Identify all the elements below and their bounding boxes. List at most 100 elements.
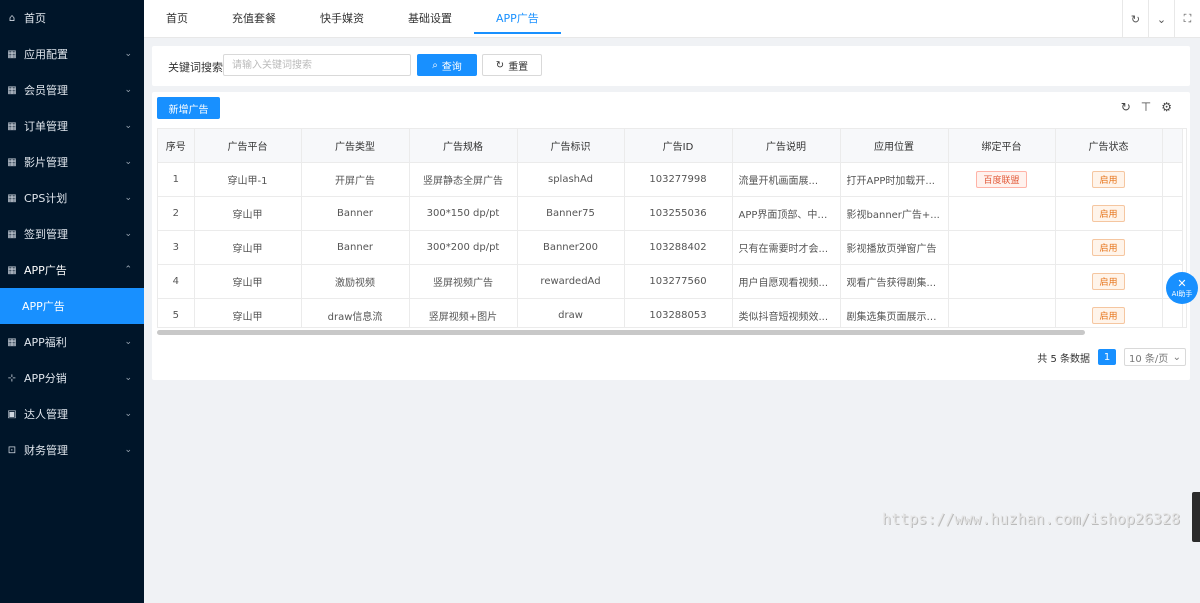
- table-row[interactable]: 3 穿山甲 Banner 300*200 dp/pt Banner200 103…: [158, 230, 1183, 265]
- cell-identifier: draw: [517, 298, 625, 327]
- cell-identifier: Banner75: [517, 196, 625, 231]
- sitemap-icon: ⊹: [7, 372, 17, 384]
- tab-kuaishou-media[interactable]: 快手媒资: [298, 0, 386, 38]
- query-button-label: 查询: [441, 61, 462, 73]
- add-ad-button[interactable]: 新增广告: [157, 97, 220, 119]
- fullscreen-icon[interactable]: ⛶: [1174, 0, 1200, 38]
- refresh-icon[interactable]: ↻: [1121, 100, 1131, 114]
- cell-ad-id: 103288053: [624, 298, 733, 327]
- sidebar-item-members[interactable]: ▦ 会员管理 ⌄: [0, 72, 144, 108]
- grid-icon: ▦: [7, 156, 17, 168]
- query-button[interactable]: ⌕ 查询: [417, 54, 477, 76]
- chevron-down-icon: ⌄: [124, 85, 132, 95]
- cell-type: draw信息流: [301, 298, 410, 327]
- tab-home[interactable]: 首页: [144, 0, 210, 38]
- cell-ad-id: 103255036: [624, 196, 733, 231]
- refresh-icon[interactable]: ↻: [1122, 0, 1148, 38]
- sidebar-item-signin[interactable]: ▦ 签到管理 ⌄: [0, 216, 144, 252]
- chevron-down-icon: ⌄: [124, 229, 132, 239]
- search-panel: 关键词搜索: ⌕ 查询 ↻ 重置: [152, 46, 1190, 86]
- page-button-current[interactable]: 1: [1098, 349, 1116, 365]
- cell-bound-platform: [948, 230, 1056, 265]
- cell-type: 开屏广告: [301, 162, 410, 197]
- sidebar-item-label: 首页: [24, 12, 46, 25]
- tab-app-ads[interactable]: APP广告: [474, 0, 561, 38]
- grid-icon: ▦: [7, 48, 17, 60]
- sidebar: ⌂ 首页 ▦ 应用配置 ⌄ ▦ 会员管理 ⌄ ▦ 订单管理 ⌄ ▦ 影片管理 ⌄…: [0, 0, 144, 603]
- chevron-down-icon: ⌄: [124, 157, 132, 167]
- keyword-search-input[interactable]: [223, 54, 411, 76]
- sidebar-item-app-welfare[interactable]: ▦ APP福利 ⌄: [0, 324, 144, 360]
- tools-icon: ✕: [1177, 277, 1187, 290]
- chevron-down-icon[interactable]: ⌄: [1148, 0, 1174, 38]
- grid-icon: ▦: [7, 192, 17, 204]
- sidebar-subitem-app-ads[interactable]: APP广告: [0, 288, 144, 324]
- chevron-down-icon: ⌄: [1172, 351, 1181, 363]
- tab-basic-settings[interactable]: 基础设置: [386, 0, 474, 38]
- cell-status: 启用: [1055, 196, 1163, 231]
- cell-type: Banner: [301, 196, 410, 231]
- wallet-icon: ⊡: [7, 444, 17, 456]
- tab-list: 首页 充值套餐 快手媒资 基础设置 APP广告: [144, 0, 561, 38]
- reset-button[interactable]: ↻ 重置: [482, 54, 542, 76]
- cell-extra: [1162, 230, 1183, 265]
- cell-description: 只有在需要时才会...: [732, 230, 841, 265]
- tab-recharge-packages[interactable]: 充值套餐: [210, 0, 298, 38]
- sidebar-item-influencers[interactable]: ▣ 达人管理 ⌄: [0, 396, 144, 432]
- column-header: 广告ID: [624, 129, 733, 163]
- tab-controls: ↻ ⌄ ⛶: [1122, 0, 1200, 38]
- column-header-extra: [1162, 129, 1183, 163]
- column-height-icon[interactable]: ⊤: [1141, 100, 1151, 114]
- ai-helper-label: AI助手: [1171, 290, 1193, 298]
- sidebar-item-app-ads[interactable]: ▦ APP广告 ⌃: [0, 252, 144, 288]
- column-header: 序号: [158, 129, 195, 163]
- chevron-down-icon: ⌄: [124, 193, 132, 203]
- cell-bound-platform: 百度联盟: [948, 162, 1056, 197]
- sidebar-item-label: 订单管理: [24, 120, 68, 133]
- column-header: 广告规格: [409, 129, 518, 163]
- page-size-select[interactable]: 10 条/页 ⌄: [1124, 348, 1186, 366]
- grid-icon: ▦: [7, 336, 17, 348]
- sidebar-item-home[interactable]: ⌂ 首页: [0, 0, 144, 36]
- chevron-down-icon: ⌄: [124, 373, 132, 383]
- grid-icon: ▦: [7, 228, 17, 240]
- settings-icon[interactable]: ⚙: [1161, 100, 1172, 114]
- pagination: 共 5 条数据 1 10 条/页 ⌄: [1037, 348, 1186, 366]
- grid-icon: ▦: [7, 120, 17, 132]
- cell-bound-platform: [948, 298, 1056, 327]
- sidebar-item-finance[interactable]: ⊡ 财务管理 ⌄: [0, 432, 144, 468]
- table-tools: ↻ ⊤ ⚙: [1121, 100, 1172, 114]
- chevron-down-icon: ⌄: [124, 337, 132, 347]
- column-header: 广告类型: [301, 129, 410, 163]
- cell-index: 4: [158, 264, 195, 299]
- cell-extra: [1162, 162, 1183, 197]
- card-icon: ▣: [7, 408, 17, 420]
- cell-status: 启用: [1055, 264, 1163, 299]
- sidebar-item-cps[interactable]: ▦ CPS计划 ⌄: [0, 180, 144, 216]
- chevron-up-icon: ⌃: [124, 265, 132, 275]
- cell-platform: 穿山甲: [194, 298, 302, 327]
- cell-bound-platform: [948, 196, 1056, 231]
- sidebar-item-orders[interactable]: ▦ 订单管理 ⌄: [0, 108, 144, 144]
- cell-status: 启用: [1055, 162, 1163, 197]
- grid-icon: ▦: [7, 264, 17, 276]
- cell-position: 影视播放页弹窗广告: [840, 230, 949, 265]
- ai-helper-button[interactable]: ✕ AI助手: [1166, 272, 1198, 304]
- sidebar-item-films[interactable]: ▦ 影片管理 ⌄: [0, 144, 144, 180]
- sidebar-item-label: 签到管理: [24, 228, 68, 241]
- horizontal-scrollbar[interactable]: [157, 330, 1085, 335]
- table-row[interactable]: 2 穿山甲 Banner 300*150 dp/pt Banner75 1032…: [158, 196, 1183, 231]
- sidebar-item-app-distribution[interactable]: ⊹ APP分销 ⌄: [0, 360, 144, 396]
- cell-description: 流量开机画面展...: [732, 162, 841, 197]
- sidebar-item-label: 影片管理: [24, 156, 68, 169]
- column-header: 应用位置: [840, 129, 949, 163]
- table-row[interactable]: 4 穿山甲 激励视频 竖屏视频广告 rewardedAd 103277560 用…: [158, 264, 1183, 299]
- table-row[interactable]: 5 穿山甲 draw信息流 竖屏视频+图片 draw 103288053 类似抖…: [158, 298, 1183, 327]
- table-row[interactable]: 1 穿山甲-1 开屏广告 竖屏静态全屏广告 splashAd 103277998…: [158, 162, 1183, 197]
- edge-widget[interactable]: [1192, 492, 1200, 542]
- cell-type: Banner: [301, 230, 410, 265]
- cell-type: 激励视频: [301, 264, 410, 299]
- sidebar-item-app-config[interactable]: ▦ 应用配置 ⌄: [0, 36, 144, 72]
- status-badge: 启用: [1092, 306, 1125, 324]
- cell-position: 观看广告获得剧集...: [840, 264, 949, 299]
